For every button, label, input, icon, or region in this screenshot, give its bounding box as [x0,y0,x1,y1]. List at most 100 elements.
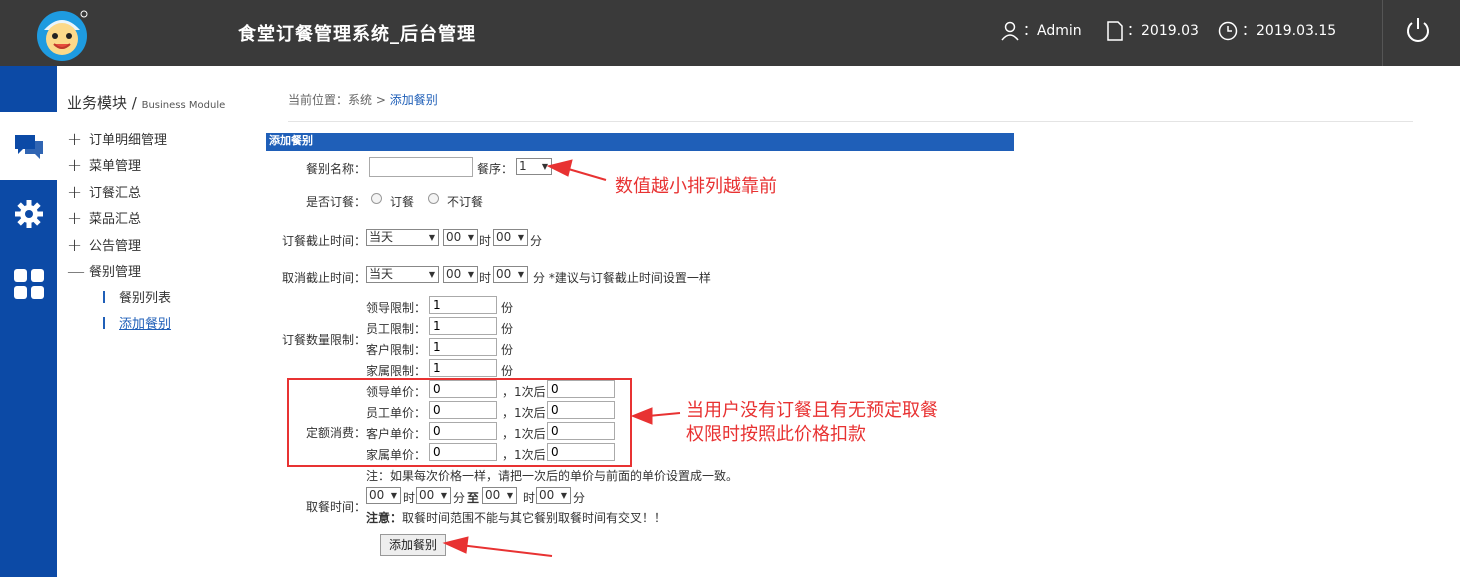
chevron-down-icon: ▼ [428,233,435,242]
to-label: 至 [467,491,480,505]
pickup-note: 注意：取餐时间范围不能与其它餐别取餐时间有交叉！！ [366,511,667,525]
user-icon [1001,21,1019,41]
unit-portion: 份 [501,364,514,378]
radio-order-yes-label: 订餐 [390,195,415,209]
pickup-start-hour-select[interactable]: 00 ▼ [366,487,401,504]
order-select[interactable]: 1 ▼ [516,158,552,175]
radio-order-no[interactable] [428,193,439,204]
radio-order-no-label: 不订餐 [447,195,484,209]
annotation-price-note-2: 权限时按照此价格扣款 [686,424,866,445]
annotation-price-note-1: 当用户没有订餐且有无预定取餐 [686,400,938,421]
plus-icon: + [67,235,83,256]
sidebar-item-dish-summary[interactable]: + 菜品汇总 [67,210,141,230]
sidebar-item-menu[interactable]: + 菜单管理 [67,157,141,177]
cancel-deadline-minute-select[interactable]: 00 ▼ [493,266,528,283]
qty-limit-label: 订餐数量限制： [282,333,367,347]
plus-icon: + [67,208,83,229]
add-meal-link[interactable]: 添加餐别 [119,317,171,332]
plus-icon: + [67,129,83,150]
top-bar: 食堂订餐管理系统_后台管理 ：Admin ：2019.03 ：2019.03.1… [0,0,1460,66]
unit-portion: 份 [501,343,514,357]
chevron-down-icon: ▼ [467,270,474,279]
chat-icon [14,135,43,159]
user-name: ：Admin [1023,23,1082,39]
app-title: 食堂订餐管理系统_后台管理 [238,24,476,45]
chevron-down-icon: ▼ [428,270,435,279]
limit-leader-input[interactable] [429,296,497,314]
power-icon[interactable] [1405,16,1431,44]
pickup-label: 取餐时间： [306,500,367,514]
unit-hour: 时 [523,491,536,505]
plus-icon: + [67,155,83,176]
cancel-deadline-note: 分 *建议与订餐截止时间设置一样 [533,271,711,285]
limit-client-input[interactable] [429,338,497,356]
indent-bar [103,317,105,329]
main-content: 当前位置：系统 > 添加餐别 添加餐别 餐别名称： 餐序： 1 ▼ 是否订餐： 订… [266,66,1460,577]
pickup-end-hour-select[interactable]: 00 ▼ [482,487,517,504]
nav-apps[interactable] [0,250,57,318]
chevron-down-icon: ▼ [560,491,567,500]
date-info: ：2019.03.15 [1218,20,1336,44]
logo-icon [37,10,88,61]
radio-order-yes[interactable] [371,193,382,204]
pickup-end-minute-select[interactable]: 00 ▼ [536,487,571,504]
limit-leader-label: 领导限制： [366,301,427,315]
sidebar-title: 业务模块 / Business Module [67,94,226,112]
sidebar: 业务模块 / Business Module + 订单明细管理 + 菜单管理 + 订餐… [57,66,266,577]
breadcrumb-current[interactable]: 添加餐别 [390,93,438,107]
allow-order-label: 是否订餐： [306,195,367,209]
chevron-down-icon: ▼ [440,491,447,500]
unit-portion: 份 [501,322,514,336]
gear-icon [14,200,43,228]
limit-family-input[interactable] [429,359,497,377]
nav-business[interactable] [0,112,57,180]
document-icon [1107,21,1123,41]
form-section-header: 添加餐别 [266,133,1014,151]
sidebar-item-order-detail[interactable]: + 订单明细管理 [67,131,167,151]
chevron-down-icon: ▼ [467,233,474,242]
limit-client-label: 客户限制： [366,343,427,357]
unit-portion: 份 [501,301,514,315]
annotation-order-note: 数值越小排列越靠前 [615,176,777,197]
unit-minute: 分 [530,234,543,248]
header-divider [1382,0,1383,66]
meal-name-input[interactable] [369,157,473,177]
unit-hour: 时 [403,491,416,505]
order-label: 餐序： [477,162,514,176]
chevron-down-icon: ▼ [517,270,524,279]
sidebar-sub-add-meal[interactable]: 添加餐别 [103,315,171,335]
cancel-deadline-label: 取消截止时间： [282,271,367,285]
sidebar-item-meal-type[interactable]: — 餐别管理 [67,263,141,283]
chevron-down-icon: ▼ [390,491,397,500]
order-deadline-minute-select[interactable]: 00 ▼ [493,229,528,246]
version-text: ：2019.03 [1127,23,1199,39]
order-deadline-hour-select[interactable]: 00 ▼ [443,229,478,246]
sidebar-sub-meal-list[interactable]: 餐别列表 [103,289,171,309]
unit-hour: 时 [479,234,492,248]
limit-staff-label: 员工限制： [366,322,427,336]
limit-staff-input[interactable] [429,317,497,335]
icon-nav [0,66,57,577]
chevron-down-icon: ▼ [506,491,513,500]
breadcrumb: 当前位置：系统 > 添加餐别 [288,93,438,107]
nav-settings[interactable] [0,180,57,248]
sidebar-item-notice[interactable]: + 公告管理 [67,237,141,257]
date-text: ：2019.03.15 [1242,23,1337,39]
chevron-down-icon: ▼ [517,233,524,242]
unit-minute: 分 [453,491,466,505]
minus-icon: — [67,261,85,282]
cancel-deadline-hour-select[interactable]: 00 ▼ [443,266,478,283]
cancel-deadline-day-select[interactable]: 当天 ▼ [366,266,439,283]
chevron-down-icon: ▼ [541,162,548,171]
pickup-start-minute-select[interactable]: 00 ▼ [416,487,451,504]
version-info: ：2019.03 [1107,20,1199,44]
plus-icon: + [67,182,83,203]
add-meal-button[interactable]: 添加餐别 [380,534,446,556]
clock-icon [1218,21,1238,41]
price-highlight-box [287,378,632,467]
order-deadline-day-select[interactable]: 当天 ▼ [366,229,439,246]
unit-minute: 分 [573,491,586,505]
unit-hour: 时 [479,271,492,285]
sidebar-item-order-summary[interactable]: + 订餐汇总 [67,184,141,204]
user-info[interactable]: ：Admin [1001,20,1082,44]
